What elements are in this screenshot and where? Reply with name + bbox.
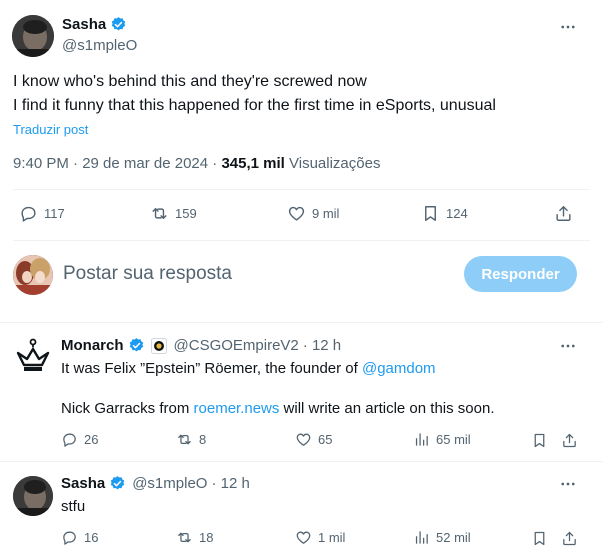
- author-name[interactable]: Sasha: [62, 16, 106, 33]
- like-count: 65: [318, 432, 333, 447]
- views-action[interactable]: 52 mil: [413, 529, 471, 546]
- mention-link[interactable]: @gamdom: [362, 360, 436, 377]
- crown-icon: [16, 338, 50, 371]
- share-icon[interactable]: [561, 432, 578, 449]
- reply-action[interactable]: 26: [61, 431, 98, 448]
- heart-icon: [296, 531, 311, 544]
- reply-icon: [63, 531, 76, 545]
- author-handle[interactable]: @CSGOEmpireV2: [174, 337, 299, 354]
- like-action[interactable]: 1 mil: [295, 529, 345, 546]
- repost-icon: [152, 208, 167, 219]
- repost-action[interactable]: 8: [176, 431, 206, 448]
- verified-badge-icon: [111, 17, 126, 31]
- translate-post-link[interactable]: Traduzir post: [13, 122, 88, 137]
- post-timestamp[interactable]: 9:40 PM · 29 de mar de 2024 ·: [13, 155, 221, 172]
- views-count: 345,1 mil: [221, 155, 285, 172]
- avatar-photo: [12, 15, 54, 57]
- reply-text: will write an article on this soon.: [279, 400, 495, 417]
- reply-text: Nick Garracks from: [61, 400, 194, 417]
- author-handle[interactable]: @s1mpleO: [132, 475, 207, 492]
- avatar[interactable]: [12, 15, 54, 57]
- divider: [0, 461, 603, 462]
- reply-header: Monarch @CSGOEmpireV2 · 12 h: [61, 337, 341, 354]
- divider: [13, 240, 590, 241]
- reply-action[interactable]: 117: [19, 204, 65, 223]
- current-user-avatar[interactable]: [13, 255, 53, 295]
- verified-badge-icon: [110, 476, 125, 490]
- avatar-photo: [13, 255, 53, 295]
- repost-count: 18: [199, 530, 214, 545]
- reply-header: Sasha @s1mpleO · 12 h: [61, 475, 250, 492]
- views-chart-icon: [415, 531, 428, 544]
- heart-icon: [296, 433, 311, 446]
- like-count: 9 mil: [312, 206, 340, 221]
- divider: [0, 322, 603, 323]
- like-action[interactable]: 65: [295, 431, 332, 448]
- post-text-line-2: I find it funny that this happened for t…: [13, 97, 496, 114]
- share-action[interactable]: [554, 204, 573, 223]
- avatar[interactable]: [13, 476, 53, 516]
- share-icon: [556, 206, 571, 221]
- more-options-icon[interactable]: [559, 475, 577, 493]
- like-count: 1 mil: [318, 530, 346, 545]
- repost-action[interactable]: 159: [150, 204, 197, 223]
- author-name-row: Sasha: [62, 16, 127, 33]
- verified-badge-icon: [129, 338, 143, 352]
- url-link[interactable]: roemer.news: [194, 400, 280, 417]
- reply-action[interactable]: 16: [61, 529, 98, 546]
- divider: [13, 189, 590, 190]
- reply-icon: [21, 206, 36, 222]
- views-chart-icon: [415, 433, 428, 446]
- bookmark-count: 124: [446, 206, 468, 221]
- post-meta: 9:40 PM · 29 de mar de 2024 · 345,1 mil …: [13, 155, 380, 172]
- bookmark-icon[interactable]: [531, 530, 548, 547]
- author-name[interactable]: Monarch: [61, 337, 124, 354]
- post-text-line-1: I know who's behind this and they're scr…: [13, 73, 367, 90]
- more-options-icon[interactable]: [559, 18, 577, 36]
- bookmark-action[interactable]: 124: [421, 204, 468, 223]
- avatar-photo: [13, 476, 53, 516]
- reply-text-line-2: Nick Garracks from roemer.news will writ…: [61, 399, 494, 419]
- post-time[interactable]: · 12 h: [303, 337, 341, 354]
- author-name[interactable]: Sasha: [61, 475, 105, 492]
- more-options-icon[interactable]: [559, 337, 577, 355]
- views-count: 52 mil: [436, 530, 471, 545]
- repost-icon: [178, 434, 191, 445]
- reply-icon: [63, 433, 76, 447]
- post-time[interactable]: · 12 h: [211, 475, 249, 492]
- affiliate-badge-icon: [150, 337, 167, 354]
- reply-text-line-1: It was Felix ”Epstein” Röemer, the found…: [61, 359, 436, 379]
- repost-count: 8: [199, 432, 207, 447]
- views-count: 65 mil: [436, 432, 471, 447]
- reply-count: 117: [44, 206, 65, 221]
- reply-text: stfu: [61, 498, 86, 515]
- bookmark-icon: [425, 206, 436, 221]
- reply-count: 16: [84, 530, 99, 545]
- bookmark-icon[interactable]: [531, 432, 548, 449]
- reply-text: It was Felix ”Epstein” Röemer, the found…: [61, 360, 362, 377]
- reply-input[interactable]: Postar sua resposta: [63, 263, 232, 285]
- repost-count: 159: [175, 206, 197, 221]
- views-action[interactable]: 65 mil: [413, 431, 471, 448]
- repost-action[interactable]: 18: [176, 529, 213, 546]
- avatar[interactable]: [13, 337, 53, 377]
- repost-icon: [178, 532, 191, 543]
- reply-button[interactable]: Responder: [464, 256, 577, 292]
- heart-icon: [288, 206, 305, 221]
- views-label: Visualizações: [284, 155, 381, 172]
- like-action[interactable]: 9 mil: [287, 204, 339, 223]
- reply-count: 26: [84, 432, 99, 447]
- share-icon[interactable]: [561, 530, 578, 547]
- author-handle[interactable]: @s1mpleO: [62, 37, 137, 54]
